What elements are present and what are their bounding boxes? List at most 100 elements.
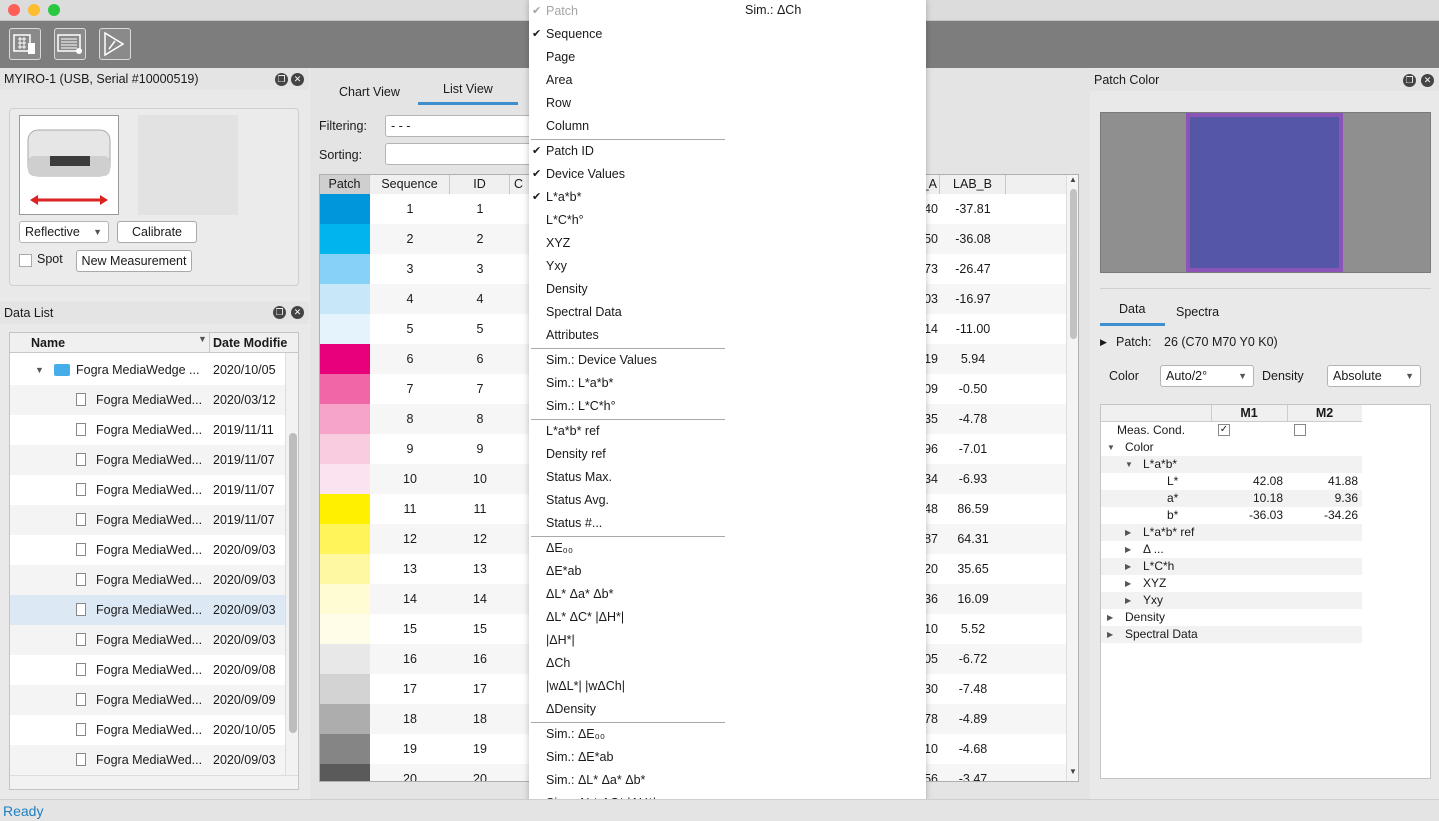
menu-item[interactable]: Row xyxy=(529,92,725,115)
menu-item[interactable]: ΔL* ΔC* |ΔH*| xyxy=(529,606,725,629)
list-item[interactable]: Fogra MediaWed... 2020/09/03 xyxy=(10,595,285,625)
close-window-button[interactable] xyxy=(8,4,20,16)
menu-item[interactable]: ✔ Sequence xyxy=(529,23,725,46)
menu-item[interactable]: ΔL* Δa* Δb* xyxy=(529,583,725,606)
list-item[interactable]: Fogra MediaWed... 2019/11/07 xyxy=(10,475,285,505)
chevron-right-icon[interactable]: ▶ xyxy=(1125,558,1131,575)
tree-row[interactable]: ▼ L*a*b* xyxy=(1101,456,1362,473)
menu-item[interactable]: Status Avg. xyxy=(529,489,725,512)
chevron-down-icon[interactable]: ▼ xyxy=(35,355,44,385)
menu-item[interactable]: |ΔH*| xyxy=(529,629,725,652)
new-measurement-button[interactable]: New Measurement xyxy=(76,250,192,272)
chevron-right-icon[interactable]: ▶ xyxy=(1125,524,1131,541)
tree-row[interactable]: ▼ Color xyxy=(1101,439,1362,456)
menu-item[interactable]: Sim.: ΔE₀₀ xyxy=(529,723,725,746)
restore-panel-icon[interactable]: ❐ xyxy=(273,306,286,319)
calibrate-button[interactable]: Calibrate xyxy=(117,221,197,243)
menu-item[interactable]: Sim.: Device Values xyxy=(529,349,725,372)
measure-chart-icon[interactable] xyxy=(9,28,41,60)
menu-item[interactable]: Status #... xyxy=(529,512,725,535)
density-mode-select[interactable]: Absolute ▼ xyxy=(1327,365,1421,387)
menu-item[interactable]: ✔ Device Values xyxy=(529,163,725,186)
menu-item[interactable]: Status Max. xyxy=(529,466,725,489)
close-panel-icon[interactable]: ✕ xyxy=(291,306,304,319)
list-item[interactable]: Fogra MediaWed... 2020/09/09 xyxy=(10,685,285,715)
list-item[interactable]: Fogra MediaWed... 2020/09/03 xyxy=(10,535,285,565)
menu-item[interactable]: Yxy xyxy=(529,255,725,278)
vertical-scrollbar[interactable] xyxy=(285,353,298,776)
menu-item[interactable]: ✔ L*a*b* xyxy=(529,186,725,209)
chevron-down-icon[interactable]: ▼ xyxy=(1107,439,1115,456)
menu-item[interactable]: ΔCh xyxy=(529,652,725,675)
restore-panel-icon[interactable]: ❐ xyxy=(275,73,288,86)
menu-item[interactable]: ΔE*ab xyxy=(529,560,725,583)
column-header-id[interactable]: ID xyxy=(450,175,510,194)
tree-row[interactable]: ▶ L*C*h xyxy=(1101,558,1362,575)
measurement-mode-select[interactable]: Reflective ▼ xyxy=(19,221,109,243)
menu-item[interactable]: L*C*h° xyxy=(529,209,725,232)
menu-item[interactable]: |wΔL*| |wΔCh| xyxy=(529,675,725,698)
list-item-folder[interactable]: ▼ Fogra MediaWedge ... 2020/10/05 xyxy=(10,355,285,385)
chevron-right-icon[interactable]: ▶ xyxy=(1107,609,1113,626)
chevron-right-icon[interactable]: ▶ xyxy=(1125,592,1131,609)
menu-item[interactable]: ΔE₀₀ xyxy=(529,537,725,560)
menu-item[interactable]: Sim.: L*C*h° xyxy=(529,395,725,418)
list-view-icon[interactable] xyxy=(54,28,86,60)
filtering-select[interactable]: - - - xyxy=(385,115,535,137)
menu-item[interactable]: L*a*b* ref xyxy=(529,420,725,443)
list-item[interactable]: Fogra MediaWed... 2020/09/03 xyxy=(10,745,285,775)
menu-item[interactable]: Spectral Data xyxy=(529,301,725,324)
menu-item[interactable]: Page xyxy=(529,46,725,69)
m1-checkbox[interactable]: ✓ xyxy=(1218,424,1230,436)
tree-row[interactable]: ▶ Density xyxy=(1101,609,1362,626)
tree-row[interactable]: ▶ Yxy xyxy=(1101,592,1362,609)
spot-checkbox[interactable] xyxy=(19,254,32,267)
menu-item[interactable]: Sim.: L*a*b* xyxy=(529,372,725,395)
chevron-right-icon[interactable]: ▶ xyxy=(1100,337,1107,348)
restore-panel-icon[interactable]: ❐ xyxy=(1403,74,1416,87)
list-item[interactable]: Fogra MediaWed... 2020/10/05 xyxy=(10,715,285,745)
close-panel-icon[interactable]: ✕ xyxy=(1421,74,1434,87)
horizontal-scrollbar[interactable] xyxy=(10,775,298,789)
chevron-right-icon[interactable]: ▶ xyxy=(1107,626,1113,643)
tab-list-view[interactable]: List View xyxy=(443,82,493,96)
tree-row[interactable]: a* 10.18 9.36 xyxy=(1101,490,1362,507)
chevron-right-icon[interactable]: ▶ xyxy=(1125,541,1131,558)
menu-item[interactable]: Area xyxy=(529,69,725,92)
vertical-scrollbar[interactable]: ▲ ▼ xyxy=(1066,175,1078,781)
minimize-window-button[interactable] xyxy=(28,4,40,16)
menu-item[interactable]: ✔ Patch ID xyxy=(529,140,725,163)
chevron-down-icon[interactable]: ▼ xyxy=(1125,456,1133,473)
list-item[interactable]: Fogra MediaWed... 2019/11/07 xyxy=(10,505,285,535)
play-sequence-icon[interactable] xyxy=(99,28,131,60)
list-item[interactable]: Fogra MediaWed... 2020/09/03 xyxy=(10,625,285,655)
list-item[interactable]: Fogra MediaWed... 2020/09/08 xyxy=(10,655,285,685)
tab-spectra[interactable]: Spectra xyxy=(1176,305,1219,319)
column-header-name[interactable]: Name xyxy=(31,336,65,350)
list-item[interactable]: Fogra MediaWed... 2020/03/12 xyxy=(10,385,285,415)
scroll-down-icon[interactable]: ▼ xyxy=(1069,767,1077,776)
column-header-date[interactable]: Date Modifie xyxy=(213,336,287,350)
list-item[interactable]: Fogra MediaWed... 2019/11/07 xyxy=(10,445,285,475)
column-header-c[interactable]: C xyxy=(510,175,530,194)
close-panel-icon[interactable]: ✕ xyxy=(291,73,304,86)
menu-item[interactable]: XYZ xyxy=(529,232,725,255)
tab-data[interactable]: Data xyxy=(1119,302,1145,316)
m2-checkbox[interactable] xyxy=(1294,424,1306,436)
menu-item[interactable]: Density ref xyxy=(529,443,725,466)
list-item[interactable]: Fogra MediaWed... 2020/09/03 xyxy=(10,565,285,595)
tab-chart-view[interactable]: Chart View xyxy=(339,85,400,99)
zoom-window-button[interactable] xyxy=(48,4,60,16)
tree-row[interactable]: ▶ XYZ xyxy=(1101,575,1362,592)
column-header-lab-b[interactable]: LAB_B xyxy=(940,175,1006,194)
tree-row[interactable]: L* 42.08 41.88 xyxy=(1101,473,1362,490)
menu-item[interactable]: Sim.: ΔL* Δa* Δb* xyxy=(529,769,725,792)
color-mode-select[interactable]: Auto/2° ▼ xyxy=(1160,365,1254,387)
menu-item[interactable]: Attributes xyxy=(529,324,725,347)
chevron-right-icon[interactable]: ▶ xyxy=(1125,575,1131,592)
tree-row[interactable]: ▶ Spectral Data xyxy=(1101,626,1362,643)
scroll-up-icon[interactable]: ▲ xyxy=(1069,175,1077,184)
menu-item[interactable]: ΔDensity xyxy=(529,698,725,721)
menu-item[interactable]: Column xyxy=(529,115,725,138)
column-header-patch[interactable]: Patch xyxy=(320,175,370,194)
